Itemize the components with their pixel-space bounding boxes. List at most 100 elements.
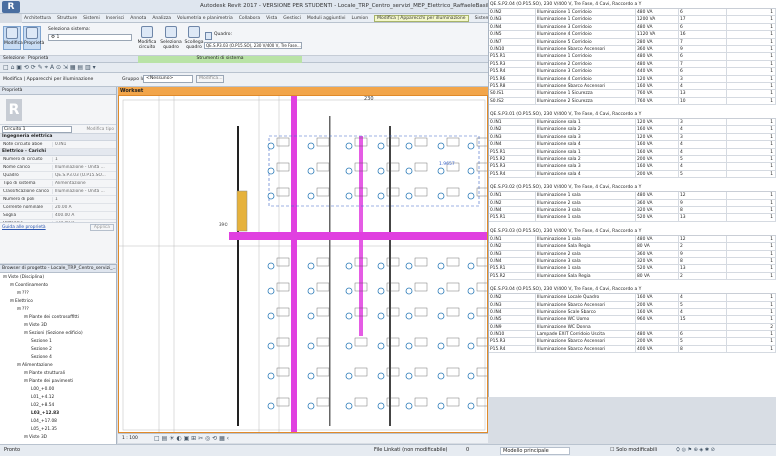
light-fixture-icon[interactable] [377, 192, 385, 200]
light-fixture-icon[interactable] [405, 372, 413, 380]
property-row[interactable]: Tipo di sistema Alimentazione [0, 180, 116, 188]
properties-button[interactable]: Proprietà [23, 26, 44, 50]
light-fixture-icon[interactable] [437, 142, 445, 150]
table-row[interactable]: P15.R1 Illuminazione 1 sala 520 VA 13 1 [489, 265, 776, 273]
table-row[interactable]: 0.IN1 Illuminazione 1 sala 480 VA 12 1 [489, 192, 776, 200]
browser-node[interactable]: ⊟ Piante dei controsoffitti [0, 315, 116, 323]
light-fixture-icon[interactable] [267, 167, 275, 175]
light-fixture-icon[interactable] [267, 287, 275, 295]
modify-button[interactable]: Modifica [3, 26, 23, 50]
editable-only-checkbox[interactable]: ☐ Solo modificabili [610, 447, 657, 453]
workset-bar[interactable]: Workset [118, 87, 488, 95]
table-row[interactable]: 0.IN9 Illuminazione WC Donna 2 [489, 323, 776, 332]
light-fixture-icon[interactable] [377, 287, 385, 295]
table-row[interactable]: 0.IN10 Lampade EXIT Corridoio Uscita 480 V… [489, 331, 776, 339]
table-row[interactable]: S0.IS1 Illuminazione 1 Sicurezza 760 VA 13 1 [489, 90, 776, 98]
table-row[interactable]: P15.R2 Illuminazione Sala Regia 80 VA 2 1 [489, 272, 776, 281]
table-row[interactable]: P15.R8 Illuminazione Sbarco Ascensori 160 … [489, 82, 776, 91]
light-fixture-icon[interactable] [467, 167, 475, 175]
light-fixture-icon[interactable] [437, 287, 445, 295]
property-value[interactable]: Illuminazione - Unità ... [52, 165, 116, 170]
property-row[interactable]: Soglia 400.00 A [0, 212, 116, 220]
light-fixture-icon[interactable] [377, 167, 385, 175]
browser-node[interactable]: ⊟ Viste 3D [0, 323, 116, 331]
browser-node[interactable]: ⊟ ??? [0, 307, 116, 315]
tab-9[interactable]: Gestisci [283, 16, 301, 21]
light-fixture-icon[interactable] [467, 402, 475, 410]
property-value[interactable]: Illuminazione - Unità ... [52, 189, 116, 194]
tab-1[interactable]: Strutture [57, 16, 77, 21]
tab-10[interactable]: Moduli aggiuntivi [307, 16, 346, 21]
table-row[interactable]: P15.R3 Illuminazione sala 3 160 VA 4 1 [489, 163, 776, 171]
light-fixture-icon[interactable] [307, 167, 315, 175]
property-value[interactable]: 230.00 V [52, 221, 116, 222]
browser-node[interactable]: L04_+17.08 [0, 419, 116, 427]
property-row[interactable]: Classificazione carico Illuminazione - Un… [0, 188, 116, 196]
light-fixture-icon[interactable] [345, 192, 353, 200]
linked-files-dropdown[interactable]: File Linkati (non modificabile) [374, 447, 447, 453]
table-row[interactable]: S0.IS2 Illuminazione 2 Sicurezza 760 VA 10 1 [489, 97, 776, 106]
properties-help-link[interactable]: Guida alle proprietà [2, 225, 46, 230]
light-fixture-icon[interactable] [307, 192, 315, 200]
light-fixture-icon[interactable] [467, 142, 475, 150]
table-row[interactable]: 0.IN4 Illuminazione 3 sala 320 VA 8 1 [489, 206, 776, 215]
light-group-dropdown[interactable]: <Nessuno> [143, 75, 193, 83]
browser-node[interactable]: L02_+8.54 [0, 403, 116, 411]
apply-button[interactable]: Applica [89, 223, 114, 231]
browser-node[interactable]: Sezione 2 [0, 347, 116, 355]
light-fixture-icon[interactable] [345, 402, 353, 410]
light-fixture-icon[interactable] [377, 262, 385, 270]
model-dropdown[interactable]: Modello principale [500, 447, 570, 455]
light-fixture-icon[interactable] [377, 342, 385, 350]
light-fixture-icon[interactable] [307, 142, 315, 150]
select-system-dropdown[interactable]: ⚙ 1 [48, 34, 132, 41]
light-fixture-icon[interactable] [437, 262, 445, 270]
light-fixture-icon[interactable] [405, 287, 413, 295]
light-fixture-icon[interactable] [437, 372, 445, 380]
light-fixture-icon[interactable] [307, 342, 315, 350]
browser-node[interactable]: ⊟ Viste 3D [0, 435, 116, 443]
browser-node[interactable]: ⊟ Piante dei pavimenti [0, 379, 116, 387]
tab-12[interactable]: Modifica | Apparecchi per illuminazione [374, 14, 469, 22]
edit-circuit-button[interactable]: Modifica circuito [136, 26, 158, 52]
table-row[interactable]: 0.IN2 Illuminazione Sala Regia 80 VA 2 1 [489, 243, 776, 251]
browser-node[interactable]: ⊟ Elettrico [0, 299, 116, 307]
instance-filter-dropdown[interactable]: Circuito 1 [2, 125, 72, 133]
table-row[interactable]: P15.R1 Illuminazione 1 sala 520 VA 13 1 [489, 214, 776, 222]
panel-dropdown[interactable]: QE.S.P3.03 (O.P15.SO), 230 V/400 V, Tre … [204, 42, 302, 49]
type-selector[interactable]: R [0, 95, 116, 125]
table-row[interactable]: P15.R3 Illuminazione 2 Corridoio 480 VA 7 1 [489, 60, 776, 69]
selection-filter-icons[interactable]: ⛭ ◎ ⚑ ⊕ ◈ ✱ ⊘ [676, 447, 715, 453]
light-fixture-icon[interactable] [345, 342, 353, 350]
tab-11[interactable]: Lumion [352, 16, 369, 21]
table-row[interactable]: 0.IN4 Illuminazione 3 Corridoio 480 VA 6 1 [489, 23, 776, 32]
table-row[interactable]: 0.IN3 Illuminazione 1 Corridoio 1200 VA 17 1 [489, 16, 776, 24]
tab-5[interactable]: Analizza [152, 16, 171, 21]
light-fixture-icon[interactable] [467, 372, 475, 380]
table-row[interactable]: 0.IN5 Illuminazione 4 Corridoio 1120 VA 16 1 [489, 31, 776, 39]
table-row[interactable]: 0.IN2 Illuminazione 1 Corridoio 480 VA 6 1 [489, 9, 776, 17]
property-value[interactable]: Alimentazione [52, 181, 116, 186]
table-row[interactable]: P15.R4 Illuminazione Sbarco Ascensori 400 … [489, 345, 776, 354]
tab-0[interactable]: Architettura [24, 16, 51, 21]
light-fixture-icon[interactable] [437, 312, 445, 320]
property-row[interactable]: Note circuito aboe 0.IN1 [0, 141, 116, 149]
table-row[interactable]: P15.R4 Illuminazione sala 4 200 VA 5 1 [489, 170, 776, 179]
panel-schedule[interactable]: QE.S.P2.04 (O.P15.SO), 230 V/400 V, Tre … [488, 0, 776, 397]
light-fixture-icon[interactable] [467, 262, 475, 270]
tab-8[interactable]: Vista [266, 16, 277, 21]
browser-node[interactable]: L01_+4.12 [0, 395, 116, 403]
light-fixture-icon[interactable] [267, 312, 275, 320]
property-value[interactable]: 1 [52, 157, 116, 162]
light-fixture-icon[interactable] [345, 167, 353, 175]
light-fixture-icon[interactable] [267, 262, 275, 270]
table-row[interactable]: 0.IN2 Illuminazione 2 sala 360 VA 9 1 [489, 199, 776, 207]
light-fixture-icon[interactable] [345, 287, 353, 295]
light-fixture-icon[interactable] [307, 372, 315, 380]
light-fixture-icon[interactable] [405, 312, 413, 320]
drawing-canvas[interactable]: 230 1.9657 39© [118, 95, 488, 433]
light-fixture-icon[interactable] [467, 312, 475, 320]
property-row[interactable]: Numero di poli 1 [0, 196, 116, 204]
section-electrical-engineering[interactable]: Ingegneria elettrica [0, 134, 116, 141]
tab-7[interactable]: Collabora [239, 16, 260, 21]
